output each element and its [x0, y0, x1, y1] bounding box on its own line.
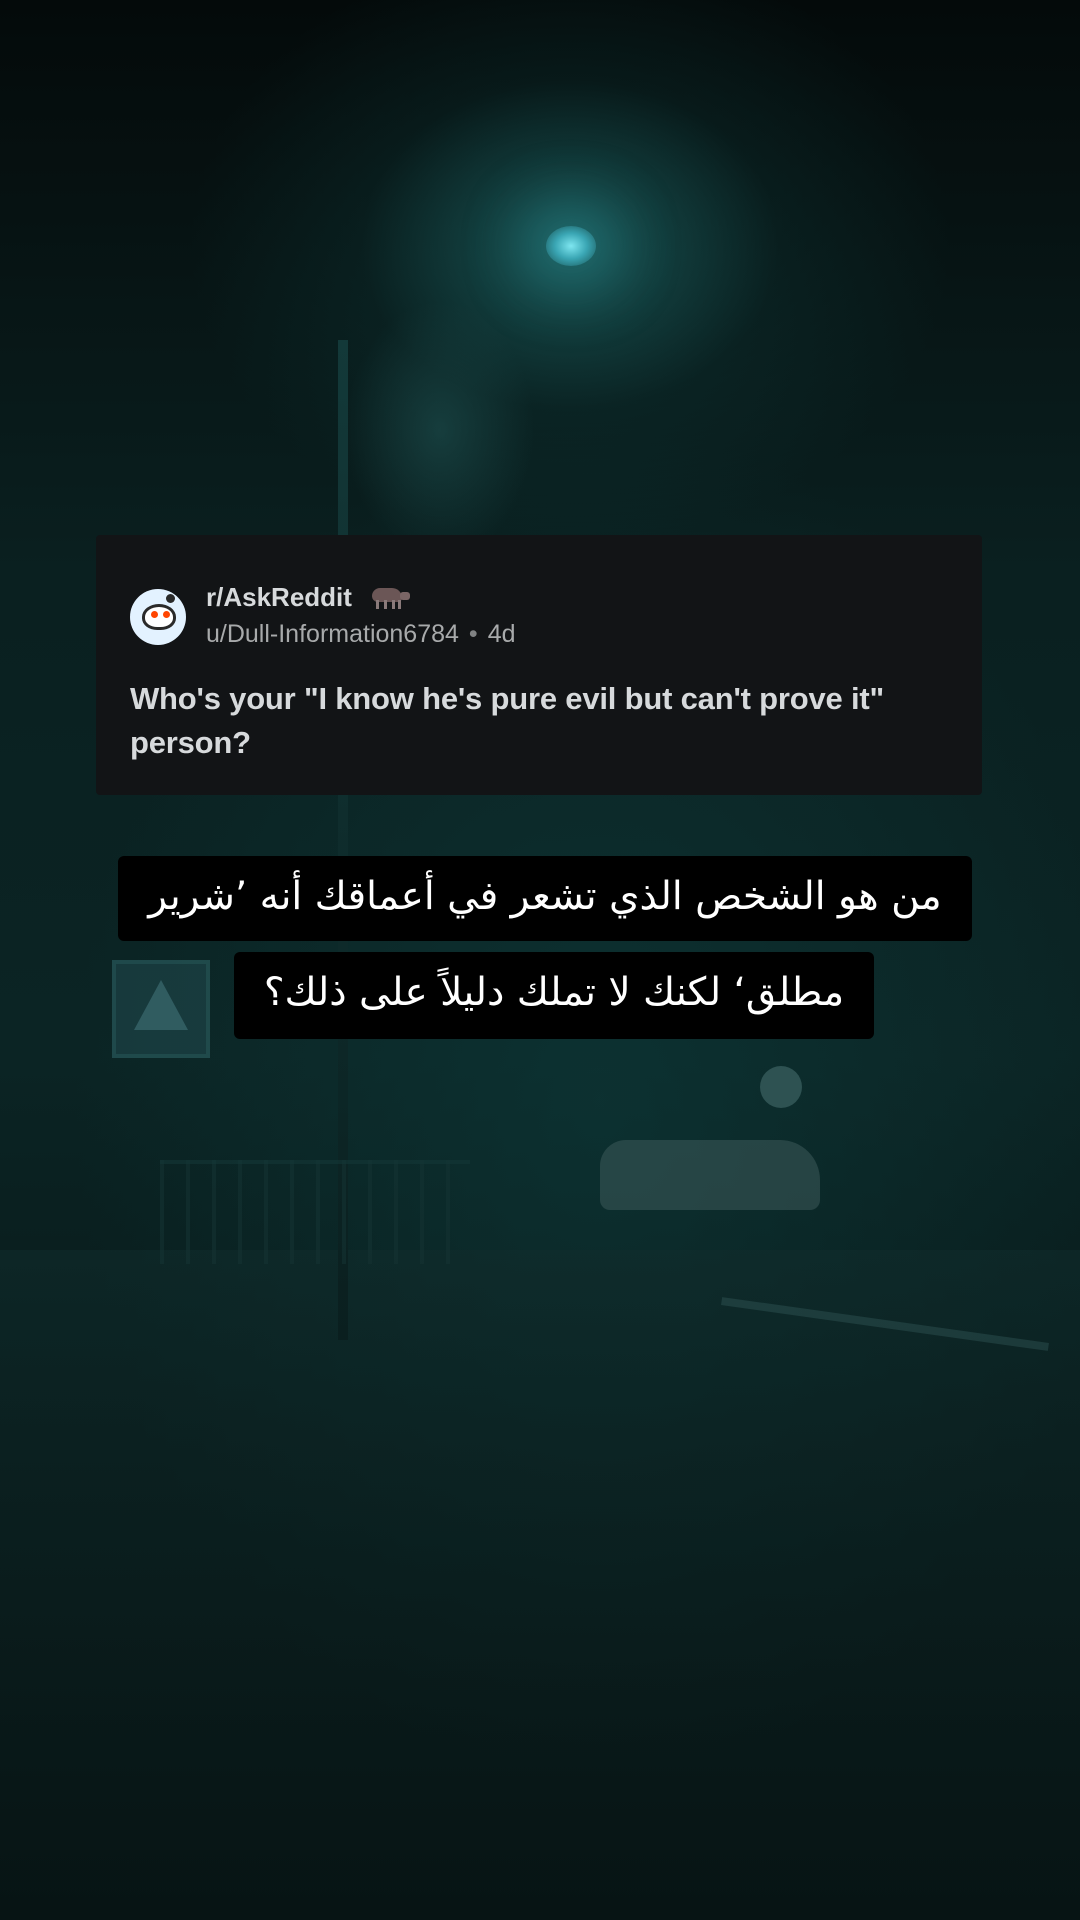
animal-icon	[366, 584, 412, 610]
username[interactable]: u/Dull-Information6784	[206, 620, 459, 649]
caption-text-2: مطلق‘ لكنك لا تملك دليلاً على ذلك؟	[233, 952, 875, 1039]
street-lamp	[546, 226, 596, 266]
caption-line-2: مطلق‘ لكنك لا تملك دليلاً على ذلك؟	[0, 952, 1080, 1039]
reddit-post-card[interactable]: r/AskReddit u/Dull-Information6784 • 4d	[96, 535, 982, 795]
avatar-face	[142, 604, 176, 630]
road	[0, 1250, 1080, 1920]
post-title[interactable]: Who's your "I know he's pure evil but ca…	[130, 677, 948, 765]
fence	[160, 1160, 470, 1264]
subreddit-name[interactable]: r/AskReddit	[206, 582, 352, 613]
meta-separator: •	[468, 619, 478, 648]
post-header: r/AskReddit u/Dull-Information6784 • 4d	[130, 579, 948, 651]
avatar-antenna	[166, 594, 175, 603]
caption-text-1: من هو الشخص الذي تشعر في أعماقك أنه ’شري…	[118, 856, 972, 941]
avatar-eye	[151, 611, 158, 618]
caption-line-1: من هو الشخص الذي تشعر في أعماقك أنه ’شري…	[0, 856, 1080, 941]
post-meta: r/AskReddit u/Dull-Information6784 • 4d	[206, 579, 516, 651]
background-scene: r/AskReddit u/Dull-Information6784 • 4d	[0, 0, 1080, 1920]
tree	[345, 300, 535, 560]
avatar-eye	[163, 611, 170, 618]
user-row: u/Dull-Information6784 • 4d	[206, 617, 516, 651]
reddit-avatar-icon[interactable]	[130, 589, 186, 645]
post-age: 4d	[487, 619, 516, 648]
parked-car	[600, 1140, 820, 1210]
subreddit-row: r/AskReddit	[206, 579, 516, 615]
speed-sign	[760, 1066, 802, 1108]
